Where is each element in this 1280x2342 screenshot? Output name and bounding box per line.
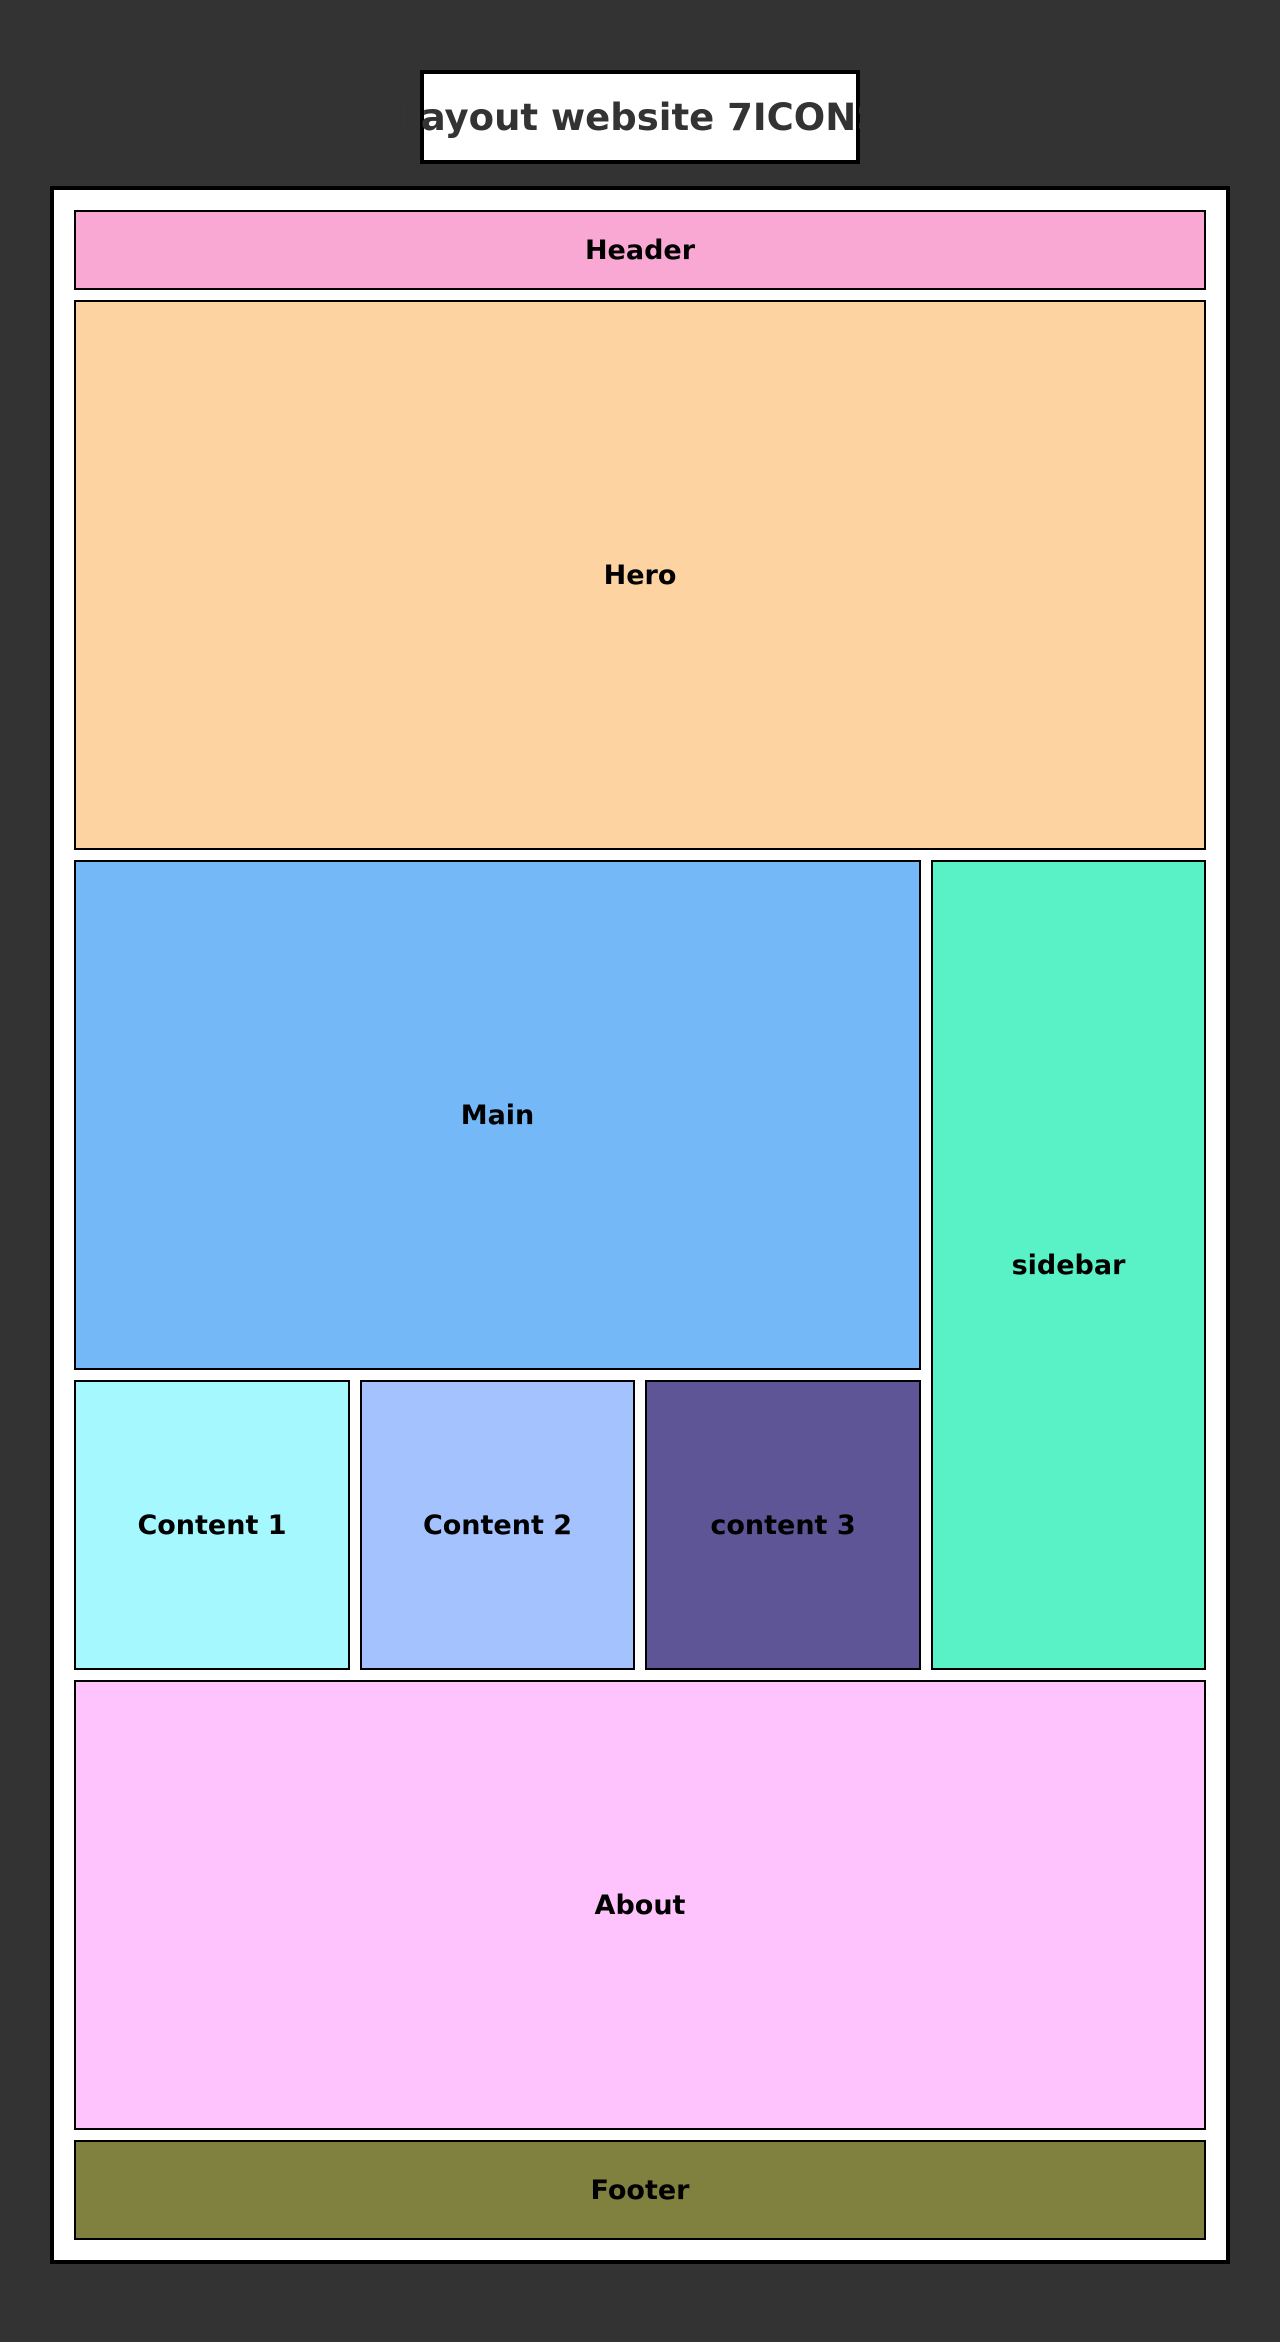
main-block: Main [74, 860, 921, 1370]
footer-block: Footer [74, 2140, 1206, 2240]
hero-block: Hero [74, 300, 1206, 850]
header-block: Header [74, 210, 1206, 290]
content-3-block: content 3 [645, 1380, 921, 1670]
page-title: Layout website 7ICONS [397, 70, 883, 164]
about-block: About [74, 1680, 1206, 2130]
content-1-block: Content 1 [74, 1380, 350, 1670]
sidebar-block: sidebar [931, 860, 1206, 1670]
content-2-block: Content 2 [360, 1380, 635, 1670]
